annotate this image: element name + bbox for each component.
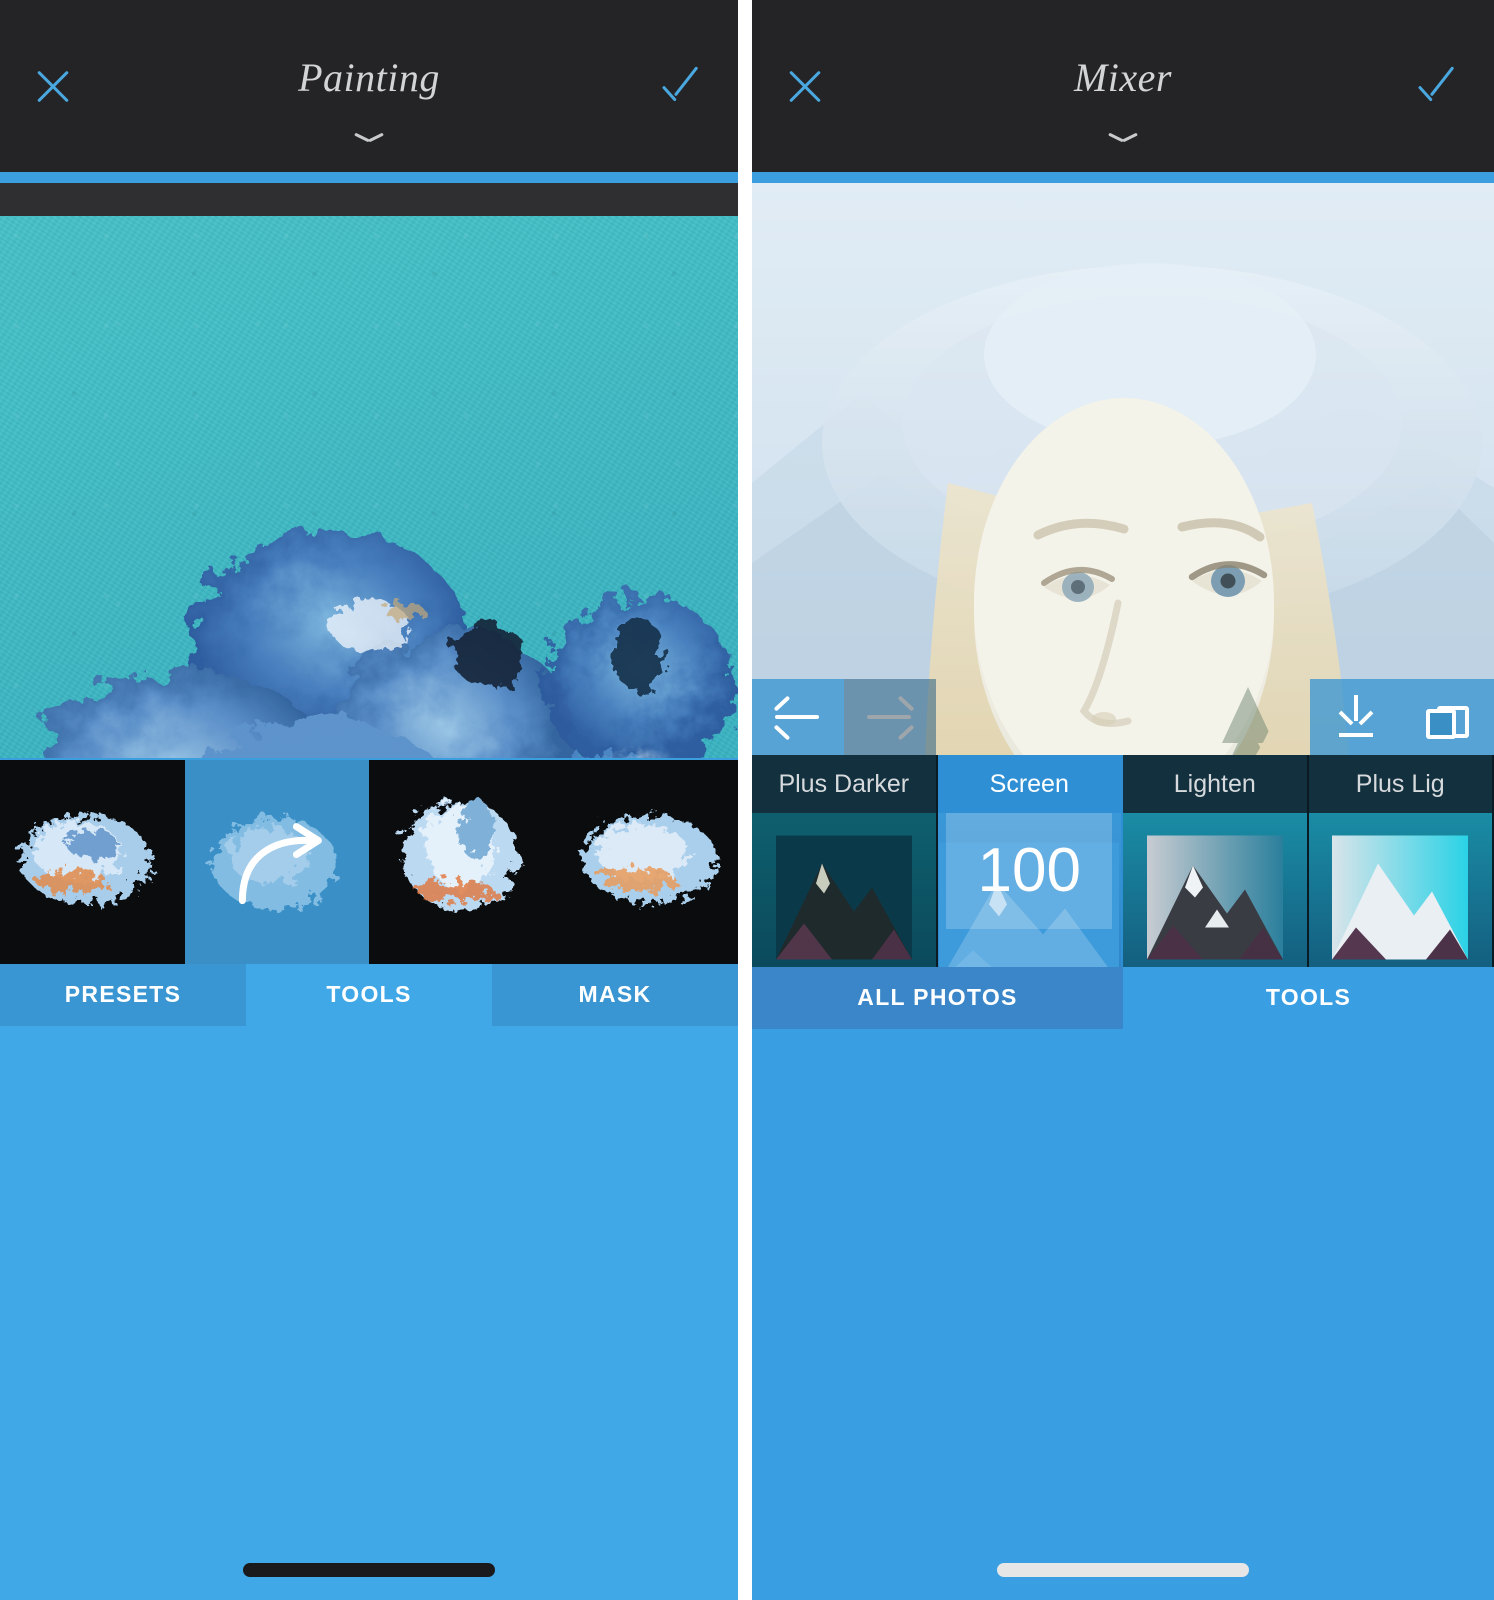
tab-tools[interactable]: TOOLS — [1123, 966, 1494, 1029]
brush-thumb-art — [19, 815, 152, 904]
painting-artwork — [37, 531, 735, 758]
curved-arrow-icon — [238, 822, 322, 904]
double-exposure-photo — [752, 183, 1494, 755]
brush-preset-4[interactable] — [553, 759, 738, 964]
tab-tools[interactable]: TOOLS — [246, 963, 492, 1026]
redo-button[interactable] — [844, 678, 936, 755]
tab-presets[interactable]: PRESETS — [0, 963, 246, 1026]
chevron-down-icon[interactable] — [1108, 134, 1138, 148]
blend-mode-strip: Plus Darker Screen 100 Lighten Plus Lig — [752, 754, 1494, 967]
layers-button[interactable] — [1402, 678, 1494, 755]
blend-mode-plus-darker[interactable]: Plus Darker — [752, 754, 938, 967]
brush-preset-strip — [0, 757, 738, 964]
home-indicator[interactable] — [997, 1563, 1249, 1577]
arrow-right-icon — [867, 695, 915, 740]
accent-bar-left — [0, 172, 738, 183]
blend-thumbnail — [1332, 834, 1469, 959]
brush-preset-3[interactable] — [369, 759, 554, 964]
mixer-tabbar: ALL PHOTOS TOOLS — [752, 966, 1494, 1029]
tab-all-photos[interactable]: ALL PHOTOS — [752, 966, 1123, 1029]
tab-mask[interactable]: MASK — [492, 963, 738, 1026]
blend-mode-label: Plus Darker — [752, 754, 936, 813]
painting-tabbar: PRESETS TOOLS MASK — [0, 963, 738, 1026]
blend-mode-screen[interactable]: Screen 100 — [937, 754, 1123, 967]
brush-preset-1[interactable] — [0, 759, 185, 964]
blend-thumbnail — [1146, 834, 1283, 959]
painting-header: Painting — [0, 0, 738, 172]
mixer-screen: Mixer Plus Darker Screen 100 Lighten Plu… — [752, 0, 1494, 1600]
checkmark-icon[interactable] — [658, 63, 708, 109]
painting-canvas[interactable] — [0, 216, 738, 758]
brush-preset-2[interactable] — [184, 759, 369, 964]
painting-footer — [0, 1025, 738, 1600]
blend-mode-plus-lighter[interactable]: Plus Lig — [1308, 754, 1494, 967]
blend-mode-lighten[interactable]: Lighten — [1123, 754, 1309, 967]
brush-thumb-art — [581, 815, 718, 904]
mixer-footer — [752, 1028, 1494, 1600]
checkmark-icon[interactable] — [1414, 63, 1464, 109]
blend-thumbnail — [775, 834, 912, 959]
blend-opacity-value[interactable]: 100 — [946, 812, 1113, 929]
arrow-left-icon — [773, 695, 821, 740]
close-x-icon[interactable] — [30, 63, 76, 109]
close-x-icon[interactable] — [782, 63, 828, 109]
undo-button[interactable] — [752, 678, 844, 755]
download-button[interactable] — [1310, 678, 1402, 755]
home-indicator[interactable] — [243, 1563, 495, 1577]
painting-screen: Painting PRESETS TOOLS MASK — [0, 0, 738, 1600]
painting-canvas-area — [0, 183, 738, 758]
layers-icon — [1426, 695, 1470, 739]
blend-mode-label: Screen — [989, 769, 1069, 798]
blend-mode-label: Plus Lig — [1308, 754, 1492, 813]
download-icon — [1336, 694, 1376, 739]
mixer-canvas-area[interactable] — [752, 183, 1494, 755]
chevron-down-icon[interactable] — [354, 134, 384, 148]
accent-bar-right — [752, 172, 1494, 183]
brush-thumb-art — [402, 799, 519, 910]
panel-divider — [738, 0, 752, 1600]
dual-screenshot-stage: Painting PRESETS TOOLS MASK Mixer Plus D… — [0, 0, 1494, 1600]
mixer-header: Mixer — [752, 0, 1494, 172]
blend-mode-label: Lighten — [1123, 754, 1307, 813]
